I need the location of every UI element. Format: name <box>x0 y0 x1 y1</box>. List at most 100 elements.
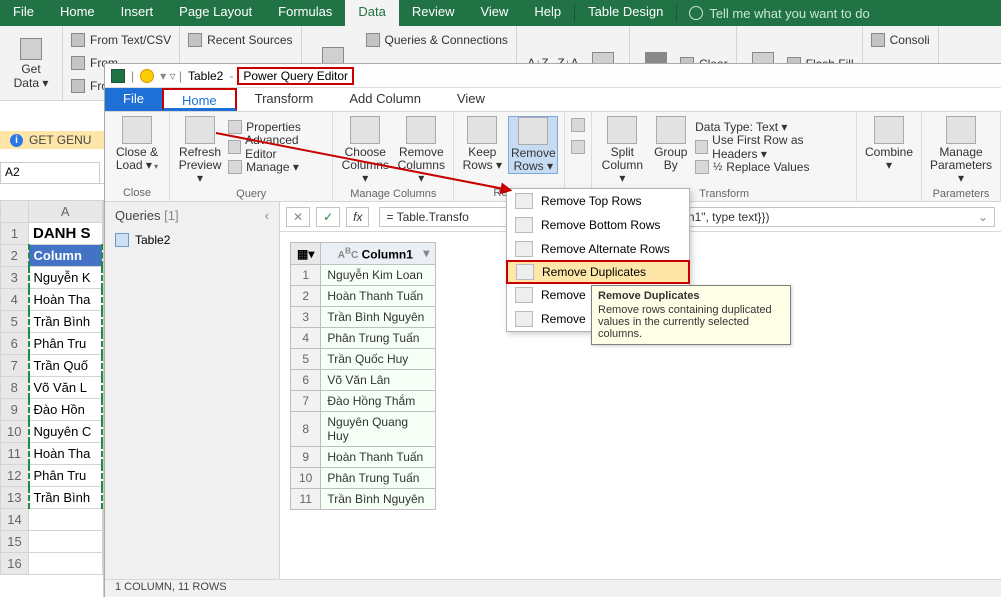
grid-col-column1[interactable]: ABC Column1 ▾ <box>321 243 436 265</box>
queries-header: Queries <box>115 208 161 223</box>
advanced-editor-button[interactable]: Advanced Editor <box>228 138 326 156</box>
tell-me-search[interactable]: Tell me what you want to do <box>677 0 869 26</box>
close-load-button[interactable]: Close & Load ▾ <box>111 116 163 172</box>
pq-sort-za[interactable] <box>571 138 585 156</box>
manage-button[interactable]: Manage ▾ <box>228 158 326 176</box>
grid-cell[interactable]: Trần Bình Nguyên <box>321 489 436 510</box>
pq-sort-az[interactable] <box>571 116 585 134</box>
cell-A10[interactable]: Nguyên C <box>29 421 103 443</box>
queries-collapse-icon[interactable]: ‹ <box>265 208 269 223</box>
from-text-csv[interactable]: From Text/CSV <box>71 30 171 50</box>
advanced-icon <box>228 140 241 154</box>
keep-rows-button[interactable]: Keep Rows ▾ <box>460 116 504 174</box>
grid-corner[interactable]: ▦▾ <box>291 243 321 265</box>
row-2-head[interactable]: 2 <box>1 245 29 267</box>
smile-icon[interactable] <box>140 69 154 83</box>
grid-rownum[interactable]: 3 <box>291 307 321 328</box>
grid-rownum[interactable]: 9 <box>291 447 321 468</box>
cell-A16[interactable] <box>29 553 103 575</box>
name-box[interactable]: A2 <box>0 162 100 184</box>
grid-cell[interactable]: Đào Hồng Thắm <box>321 391 436 412</box>
pq-tab-transform[interactable]: Transform <box>237 88 332 111</box>
refresh-preview-button[interactable]: Refresh Preview ▾ <box>176 116 224 186</box>
grid-rownum[interactable]: 6 <box>291 370 321 391</box>
excel-tab-file[interactable]: File <box>0 0 47 26</box>
grid-rownum[interactable]: 11 <box>291 489 321 510</box>
grid-cell[interactable]: Hoàn Thanh Tuấn <box>321 286 436 307</box>
get-data-button[interactable]: Get Data ▾ <box>8 35 54 93</box>
menu-remove-alternate-rows[interactable]: Remove Alternate Rows <box>507 237 689 261</box>
from-web-icon <box>71 56 85 70</box>
queries-connections[interactable]: Queries & Connections <box>366 30 508 50</box>
excel-tab-home[interactable]: Home <box>47 0 108 26</box>
choose-columns-icon <box>350 116 380 144</box>
row-1-head[interactable]: 1 <box>1 223 29 245</box>
excel-tab-view[interactable]: View <box>467 0 521 26</box>
cell-A2[interactable]: Column <box>29 245 103 267</box>
grid-rownum[interactable]: 4 <box>291 328 321 349</box>
pq-tab-home[interactable]: Home <box>162 88 237 111</box>
fx-icon[interactable]: fx <box>346 207 369 227</box>
cell-A7[interactable]: Trần Quố <box>29 355 103 377</box>
menu-remove-duplicates[interactable]: Remove Duplicates <box>506 260 690 284</box>
grid-cell[interactable]: Nguyên Quang Huy <box>321 412 436 447</box>
excel-tab-review[interactable]: Review <box>399 0 468 26</box>
menu-remove-bottom-rows[interactable]: Remove Bottom Rows <box>507 213 689 237</box>
combine-button[interactable]: Combine ▾ <box>863 116 915 172</box>
grid-rownum[interactable]: 8 <box>291 412 321 447</box>
excel-tab-formulas[interactable]: Formulas <box>265 0 345 26</box>
grid-cell[interactable]: Võ Văn Lân <box>321 370 436 391</box>
formula-cancel[interactable]: ✕ <box>286 207 310 227</box>
cell-A11[interactable]: Hoàn Tha <box>29 443 103 465</box>
cell-A9[interactable]: Đào Hồn <box>29 399 103 421</box>
grid-cell[interactable]: Hoàn Thanh Tuấn <box>321 447 436 468</box>
split-column-button[interactable]: Split Column ▾ <box>598 116 646 186</box>
grid-rownum[interactable]: 2 <box>291 286 321 307</box>
replace-values[interactable]: ½ Replace Values <box>695 158 850 176</box>
namebox-row: A2 <box>0 162 104 184</box>
consolidate[interactable]: Consoli <box>871 30 930 50</box>
cell-A1[interactable]: DANH S <box>29 223 103 245</box>
excel-tab-data[interactable]: Data <box>345 0 398 26</box>
get-genuine-banner[interactable]: i GET GENU <box>0 131 104 149</box>
recent-sources[interactable]: Recent Sources <box>188 30 292 50</box>
grid-rownum[interactable]: 7 <box>291 391 321 412</box>
formula-accept[interactable]: ✓ <box>316 207 340 227</box>
cell-A6[interactable]: Phân Tru <box>29 333 103 355</box>
formula-expand-icon[interactable]: ⌄ <box>978 210 988 224</box>
query-item-table2[interactable]: Table2 <box>115 231 269 249</box>
excel-tab-insert[interactable]: Insert <box>108 0 167 26</box>
grid-rownum[interactable]: 10 <box>291 468 321 489</box>
grid-cell[interactable]: Trần Quốc Huy <box>321 349 436 370</box>
grid-cell[interactable]: Phân Trung Tuấn <box>321 328 436 349</box>
col-A-header[interactable]: A <box>29 201 103 223</box>
cell-A5[interactable]: Trần Bình <box>29 311 103 333</box>
cell-A15[interactable] <box>29 531 103 553</box>
sort-za-icon <box>571 140 585 154</box>
remove-rows-button[interactable]: Remove Rows ▾ <box>508 116 558 174</box>
group-by-button[interactable]: Group By <box>650 116 691 186</box>
cell-A8[interactable]: Võ Văn L <box>29 377 103 399</box>
from-table-icon <box>71 79 85 93</box>
excel-tab-help[interactable]: Help <box>521 0 574 26</box>
choose-columns-button[interactable]: Choose Columns ▾ <box>339 116 391 186</box>
first-row-headers[interactable]: Use First Row as Headers ▾ <box>695 138 850 156</box>
grid-rownum[interactable]: 1 <box>291 265 321 286</box>
cell-A13[interactable]: Trần Bình <box>29 487 103 509</box>
manage-parameters-button[interactable]: Manage Parameters ▾ <box>928 116 994 186</box>
grid-rownum[interactable]: 5 <box>291 349 321 370</box>
grid-cell[interactable]: Trần Bình Nguyên <box>321 307 436 328</box>
pq-tab-file[interactable]: File <box>105 88 162 111</box>
grid-cell[interactable]: Phân Trung Tuấn <box>321 468 436 489</box>
grid-cell[interactable]: Nguyễn Kim Loan <box>321 265 436 286</box>
pq-tab-view[interactable]: View <box>439 88 503 111</box>
menu-remove-top-rows[interactable]: Remove Top Rows <box>507 189 689 213</box>
cell-A12[interactable]: Phân Tru <box>29 465 103 487</box>
cell-A14[interactable] <box>29 509 103 531</box>
cell-A4[interactable]: Hoàn Tha <box>29 289 103 311</box>
pq-tab-addcolumn[interactable]: Add Column <box>331 88 439 111</box>
excel-tab-pagelayout[interactable]: Page Layout <box>166 0 265 26</box>
cell-A3[interactable]: Nguyễn K <box>29 267 103 289</box>
col-dropdown-icon[interactable]: ▾ <box>423 246 429 260</box>
excel-tab-tabledesign[interactable]: Table Design <box>575 0 676 26</box>
